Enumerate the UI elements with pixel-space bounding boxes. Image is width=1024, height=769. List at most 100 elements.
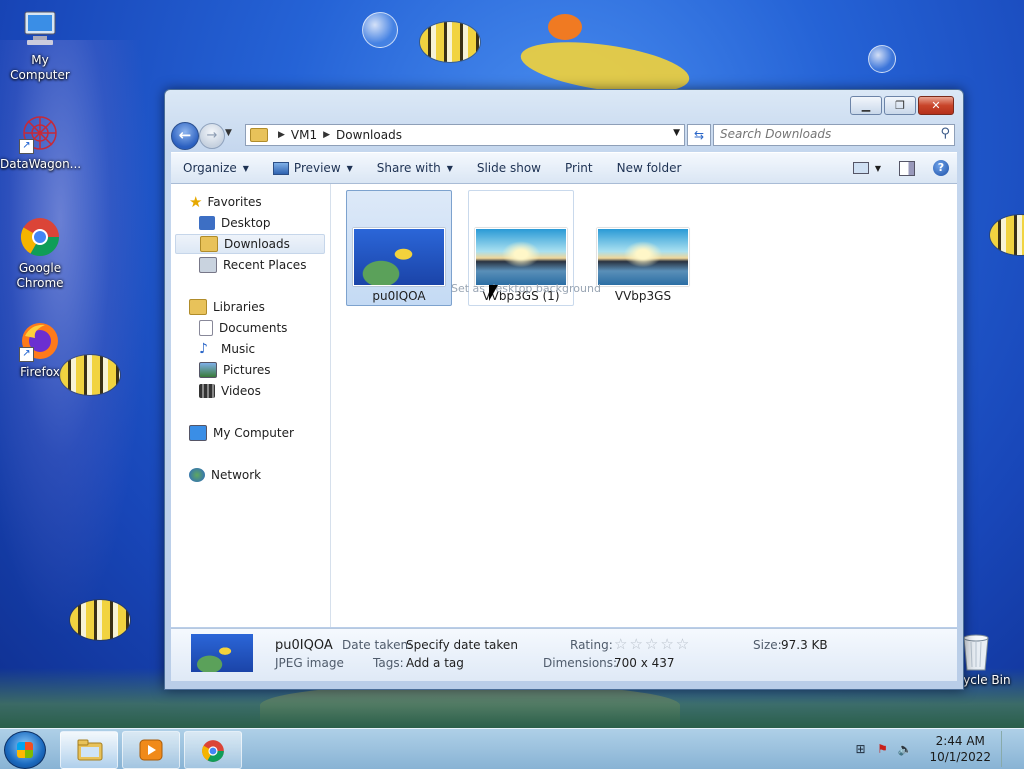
caption-buttons: ▁ ❐ ✕	[848, 96, 954, 115]
chevron-down-icon: ▼	[346, 163, 353, 173]
help-icon[interactable]: ?	[933, 160, 949, 176]
nav-downloads[interactable]: Downloads	[175, 234, 325, 254]
search-input[interactable]	[714, 125, 936, 143]
image-thumbnail	[475, 228, 567, 286]
recent-pages-dropdown-icon[interactable]: ▼	[225, 128, 232, 138]
navigation-pane: ★ Favorites Desktop Downloads Recent Plac…	[171, 184, 331, 627]
recent-places-icon	[199, 257, 217, 273]
file-list: pu0IQOA VVbp3GS (1) VVbp3GS Set as deskt…	[331, 184, 957, 627]
computer-icon	[19, 8, 61, 50]
desktop-icon-datawagon[interactable]: ↗ DataWagon...	[0, 112, 81, 172]
firefox-icon: ↗	[19, 320, 61, 362]
search-box[interactable]: ⚲	[713, 124, 955, 146]
computer-icon	[189, 425, 207, 441]
background-fish	[990, 215, 1024, 255]
image-thumbnail	[353, 228, 445, 286]
nav-libraries[interactable]: Libraries	[189, 297, 265, 317]
taskbar: ⊞ ⚑ 🔈 2:44 AM 10/1/2022	[0, 728, 1024, 769]
search-icon[interactable]: ⚲	[940, 126, 950, 141]
file-item[interactable]: VVbp3GS	[590, 190, 696, 306]
nav-videos[interactable]: Videos	[199, 381, 261, 401]
taskbar-explorer-button[interactable]	[60, 731, 118, 769]
date-taken-value[interactable]: Specify date taken	[406, 638, 518, 652]
star-icon: ★	[189, 193, 203, 211]
image-thumbnail	[597, 228, 689, 286]
nav-recent-places[interactable]: Recent Places	[199, 255, 306, 275]
breadcrumb-separator-icon[interactable]: ▶	[278, 130, 285, 140]
desktop-icon-my-computer[interactable]: My Computer	[0, 8, 80, 83]
print-button[interactable]: Print	[553, 153, 605, 183]
taskbar-media-player-button[interactable]	[122, 731, 180, 769]
clock-date: 10/1/2022	[929, 750, 991, 764]
organize-button[interactable]: Organize ▼	[171, 153, 261, 183]
size-value: 97.3 KB	[781, 638, 828, 652]
show-desktop-button[interactable]	[1001, 731, 1014, 767]
media-player-icon	[139, 739, 163, 761]
tags-value[interactable]: Add a tag	[406, 656, 464, 670]
address-dropdown-icon[interactable]: ▼	[673, 128, 680, 138]
nav-favorites[interactable]: ★ Favorites	[189, 192, 262, 212]
new-folder-button[interactable]: New folder	[605, 153, 694, 183]
drag-tooltip: Set as desktop background	[451, 282, 601, 295]
pictures-icon	[199, 362, 217, 378]
nav-desktop[interactable]: Desktop	[199, 213, 271, 233]
view-controls: ▼ ?	[852, 160, 957, 176]
nav-music[interactable]: ♪ Music	[199, 339, 255, 359]
refresh-button[interactable]: ⇆	[687, 124, 711, 146]
explorer-body: ★ Favorites Desktop Downloads Recent Plac…	[171, 184, 957, 627]
start-button[interactable]	[4, 731, 46, 769]
share-with-button[interactable]: Share with ▼	[365, 153, 465, 183]
nav-my-computer[interactable]: My Computer	[189, 423, 294, 443]
desktop-icon-google-chrome[interactable]: Google Chrome	[0, 216, 80, 291]
change-view-icon[interactable]	[852, 162, 869, 174]
address-bar[interactable]: ▶ VM1 ▶ Downloads ▼	[245, 124, 685, 146]
tags-label: Tags:	[373, 656, 404, 670]
recycle-bin-icon	[959, 632, 993, 672]
nav-documents[interactable]: Documents	[199, 318, 287, 338]
clock[interactable]: 2:44 AM 10/1/2022	[929, 733, 991, 765]
shortcut-arrow-icon: ↗	[19, 139, 34, 154]
rating-stars[interactable]: ☆☆☆☆☆	[614, 635, 691, 653]
dimensions-value: 700 x 437	[614, 656, 675, 670]
close-button[interactable]: ✕	[918, 96, 954, 115]
explorer-window: ▁ ❐ ✕ ← → ▼ ▶ VM1 ▶ Downloads ▼ ⇆ ⚲ Orga…	[164, 89, 964, 690]
taskbar-chrome-button[interactable]	[184, 731, 242, 769]
details-file-type: JPEG image	[275, 656, 344, 670]
desktop-icon-firefox[interactable]: ↗ Firefox	[0, 320, 80, 380]
windows-logo-icon	[17, 742, 33, 758]
dimensions-label: Dimensions:	[543, 656, 618, 670]
date-taken-label: Date taken:	[342, 638, 413, 652]
preview-button[interactable]: Preview ▼	[261, 153, 365, 183]
forward-button[interactable]: →	[199, 123, 225, 149]
size-label: Size:	[753, 638, 782, 652]
network-status-icon[interactable]: ⊞	[853, 742, 867, 756]
background-fish	[420, 22, 480, 62]
network-icon	[189, 468, 205, 482]
chevron-down-icon: ▼	[446, 163, 453, 173]
maximize-button[interactable]: ❐	[884, 96, 916, 115]
breadcrumb-downloads[interactable]: Downloads	[336, 128, 402, 142]
navigation-bar: ← → ▼ ▶ VM1 ▶ Downloads ▼ ⇆ ⚲	[171, 120, 957, 150]
rating-label: Rating:	[570, 638, 613, 652]
minimize-button[interactable]: ▁	[850, 96, 882, 115]
command-bar: Organize ▼ Preview ▼ Share with ▼ Slide sho…	[171, 152, 957, 184]
action-center-flag-icon[interactable]: ⚑	[875, 742, 889, 756]
breadcrumb-separator-icon[interactable]: ▶	[323, 130, 330, 140]
chrome-icon	[19, 216, 61, 258]
background-fish	[548, 14, 582, 40]
preview-pane-button[interactable]	[899, 160, 915, 176]
downloads-folder-icon	[200, 236, 218, 252]
slide-show-button[interactable]: Slide show	[465, 153, 553, 183]
chevron-down-icon[interactable]: ▼	[875, 164, 881, 173]
desktop-icon	[199, 216, 215, 230]
breadcrumb-vm1[interactable]: VM1	[291, 128, 317, 142]
back-button[interactable]: ←	[171, 122, 199, 150]
system-tray: ⊞ ⚑ 🔈 2:44 AM 10/1/2022	[849, 731, 1014, 767]
chevron-down-icon: ▼	[242, 163, 249, 173]
nav-network[interactable]: Network	[189, 465, 261, 485]
volume-icon[interactable]: 🔈	[897, 742, 912, 756]
details-file-name: pu0IQOA	[275, 638, 333, 653]
nav-pictures[interactable]: Pictures	[199, 360, 271, 380]
file-item[interactable]: pu0IQOA	[346, 190, 452, 306]
background-fish	[70, 600, 130, 640]
